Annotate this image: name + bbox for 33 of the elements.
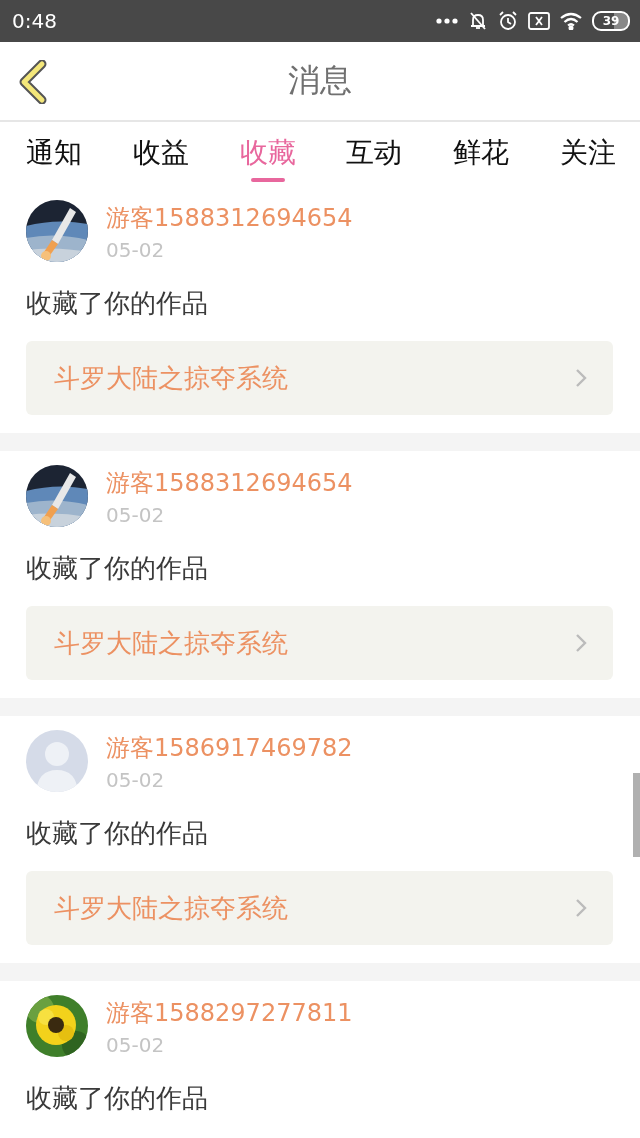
user-name[interactable]: 游客1588312694654 — [106, 467, 353, 499]
muted-bell-icon — [468, 11, 488, 31]
work-link[interactable]: 斗罗大陆之掠夺系统 — [26, 606, 613, 680]
message-date: 05-02 — [106, 768, 166, 792]
user-name[interactable]: 游客1586917469782 — [106, 732, 353, 764]
tab[interactable]: 互动 — [346, 122, 403, 186]
more-icon — [436, 18, 458, 24]
message-date: 05-02 — [106, 503, 166, 527]
message-date: 05-02 — [106, 238, 166, 262]
tab[interactable]: 鲜花 — [453, 122, 510, 186]
message-text: 收藏了你的作品 — [26, 1082, 209, 1115]
sim-icon — [528, 12, 550, 30]
tab[interactable]: 收藏 — [239, 122, 296, 186]
chevron-right-icon — [575, 633, 587, 653]
tab[interactable]: 通知 — [26, 122, 82, 186]
message-text: 收藏了你的作品 — [26, 817, 209, 850]
chevron-right-icon — [575, 898, 587, 918]
chevron-right-icon — [575, 368, 587, 388]
message-text: 收藏了你的作品 — [26, 552, 209, 585]
user-name[interactable]: 游客1588297277811 — [106, 997, 353, 1029]
message-date: 05-02 — [106, 1033, 166, 1057]
wifi-icon — [560, 12, 582, 30]
alarm-icon — [498, 11, 518, 31]
page-title: 消息 — [288, 60, 352, 101]
user-name[interactable]: 游客1588312694654 — [106, 202, 353, 234]
status-time: 0:48 — [12, 9, 57, 33]
message-text: 收藏了你的作品 — [26, 287, 209, 320]
battery-indicator: 39 — [592, 11, 630, 31]
work-link[interactable]: 斗罗大陆之掠夺系统 — [26, 341, 613, 415]
tab[interactable]: 关注 — [560, 122, 616, 186]
back-icon[interactable] — [18, 60, 48, 104]
tab[interactable]: 收益 — [132, 122, 189, 186]
work-link[interactable]: 斗罗大陆之掠夺系统 — [26, 871, 613, 945]
